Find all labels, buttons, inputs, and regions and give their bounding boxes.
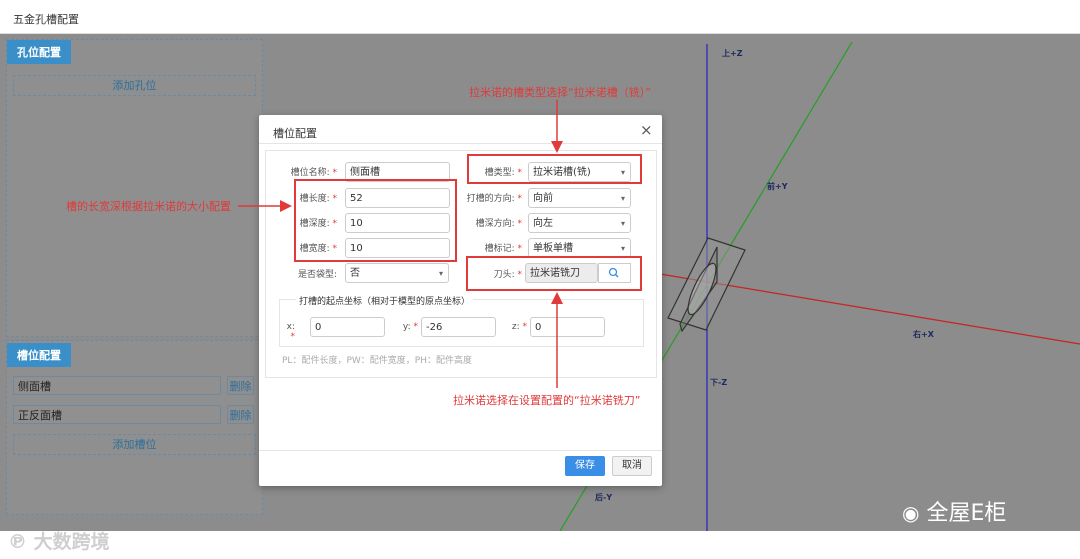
coord-z-input[interactable]: 0	[530, 317, 605, 337]
delete-slot-button[interactable]: 删除	[227, 405, 254, 424]
coord-y-input[interactable]: -26	[421, 317, 496, 337]
coord-x-input[interactable]: 0	[310, 317, 385, 337]
cancel-button[interactable]: 取消	[612, 456, 652, 476]
watermark-left: ℗ 大数跨境	[8, 531, 110, 553]
footer-divider	[259, 450, 662, 451]
is-pocket-select[interactable]: 否	[345, 263, 449, 284]
slot-row-name[interactable]: 正反面槽	[13, 405, 221, 424]
close-icon[interactable]: ×	[640, 121, 653, 139]
axis-label-front: 前+Y	[767, 182, 788, 191]
slot-config-tab[interactable]: 槽位配置	[7, 343, 71, 367]
size-fields-highlight	[294, 179, 457, 262]
slot-config-dialog: 槽位配置 × 槽位名称: * 侧面槽 槽长度: * 52 槽深度: * 10 槽…	[259, 115, 662, 486]
app-title-bar: 五金孔槽配置	[0, 0, 1080, 34]
coords-legend: 打槽的起点坐标（相对于模型的原点坐标）	[296, 294, 474, 307]
field-label: y: *	[402, 322, 418, 332]
tool-highlight	[466, 256, 642, 291]
delete-slot-button[interactable]: 删除	[227, 376, 254, 395]
save-button[interactable]: 保存	[565, 456, 605, 476]
field-label: 槽深方向: *	[475, 219, 522, 229]
depth-direction-select[interactable]: 向左	[528, 213, 631, 234]
slot-mark-select[interactable]: 单板单槽	[528, 238, 631, 259]
field-label: 槽位名称: *	[290, 168, 337, 178]
model-slot-3d	[667, 237, 746, 333]
axis-label-down: 下-Z	[710, 378, 728, 387]
wechat-icon: ◉	[902, 501, 920, 525]
slot-row-name[interactable]: 侧面槽	[13, 376, 221, 395]
app-title: 五金孔槽配置	[13, 13, 79, 26]
hint-text: PL：配件长度，PW：配件宽度，PH：配件高度	[282, 356, 472, 366]
field-label: 打槽的方向: *	[466, 194, 522, 204]
annotation-tool: 拉米诺选择在设置配置的“拉米诺铣刀”	[453, 394, 641, 407]
slot-type-highlight	[467, 154, 642, 184]
bottom-strip	[0, 531, 1080, 559]
field-label: x: *	[286, 322, 295, 342]
watermark-right: ◉ 全屋E柜	[902, 501, 1007, 526]
field-label: 是否袋型:	[297, 270, 337, 280]
axis-label-back: 后-Y	[595, 493, 613, 502]
add-hole-button[interactable]: 添加孔位	[13, 75, 256, 96]
direction-select[interactable]: 向前	[528, 188, 631, 209]
add-slot-button[interactable]: 添加槽位	[13, 434, 256, 455]
hole-config-tab[interactable]: 孔位配置	[7, 40, 71, 64]
dialog-title: 槽位配置	[273, 127, 317, 140]
annotation-size: 槽的长宽深根据拉米诺的大小配置	[66, 200, 231, 213]
dialog-divider	[259, 143, 662, 144]
watermark-logo-icon: ℗	[8, 531, 27, 553]
field-label: 槽标记: *	[484, 244, 522, 254]
annotation-slot-type: 拉米诺的槽类型选择“拉米诺槽（铣）”	[469, 86, 651, 99]
axis-label-right: 右+X	[913, 330, 934, 339]
axis-label-up: 上+Z	[722, 49, 743, 58]
field-label: z: *	[511, 322, 527, 332]
